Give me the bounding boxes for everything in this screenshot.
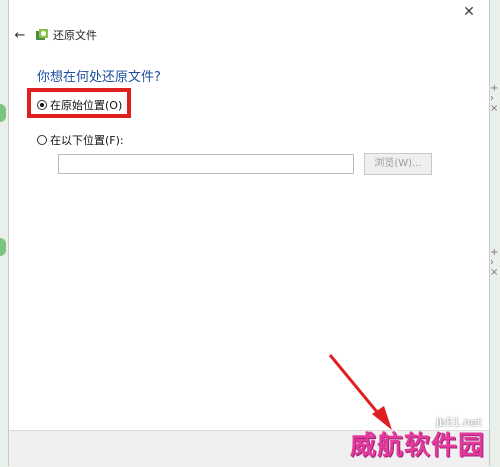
radio-original-location[interactable]: 在原始位置(O) <box>37 97 122 113</box>
right-edge-marks: + › × <box>490 83 499 114</box>
title-bar: ← 还原文件 <box>9 24 489 46</box>
left-edge-accent <box>0 238 6 256</box>
radio-button[interactable] <box>37 135 47 145</box>
location-path-input[interactable] <box>58 154 354 174</box>
browse-button[interactable]: 浏览(W)... <box>364 153 432 175</box>
watermark-text: 威航软件园 <box>350 431 486 461</box>
page-heading: 你想在何处还原文件? <box>37 70 161 85</box>
radio-other-location[interactable]: 在以下位置(F): <box>37 132 124 148</box>
file-history-icon <box>36 29 48 40</box>
restore-files-window: ✕ ← 还原文件 你想在何处还原文件? 在原始位置(O) 在以下位置(F): 浏… <box>8 0 490 467</box>
radio-label-other[interactable]: 在以下位置(F): <box>50 132 124 148</box>
close-icon[interactable]: ✕ <box>461 4 477 20</box>
radio-label-original[interactable]: 在原始位置(O) <box>50 97 122 113</box>
right-edge-marks: + › × <box>490 247 499 278</box>
window-title: 还原文件 <box>53 29 97 42</box>
left-edge-accent <box>0 104 6 122</box>
back-arrow-icon[interactable]: ← <box>11 28 29 43</box>
radio-button-selected[interactable] <box>37 100 47 110</box>
